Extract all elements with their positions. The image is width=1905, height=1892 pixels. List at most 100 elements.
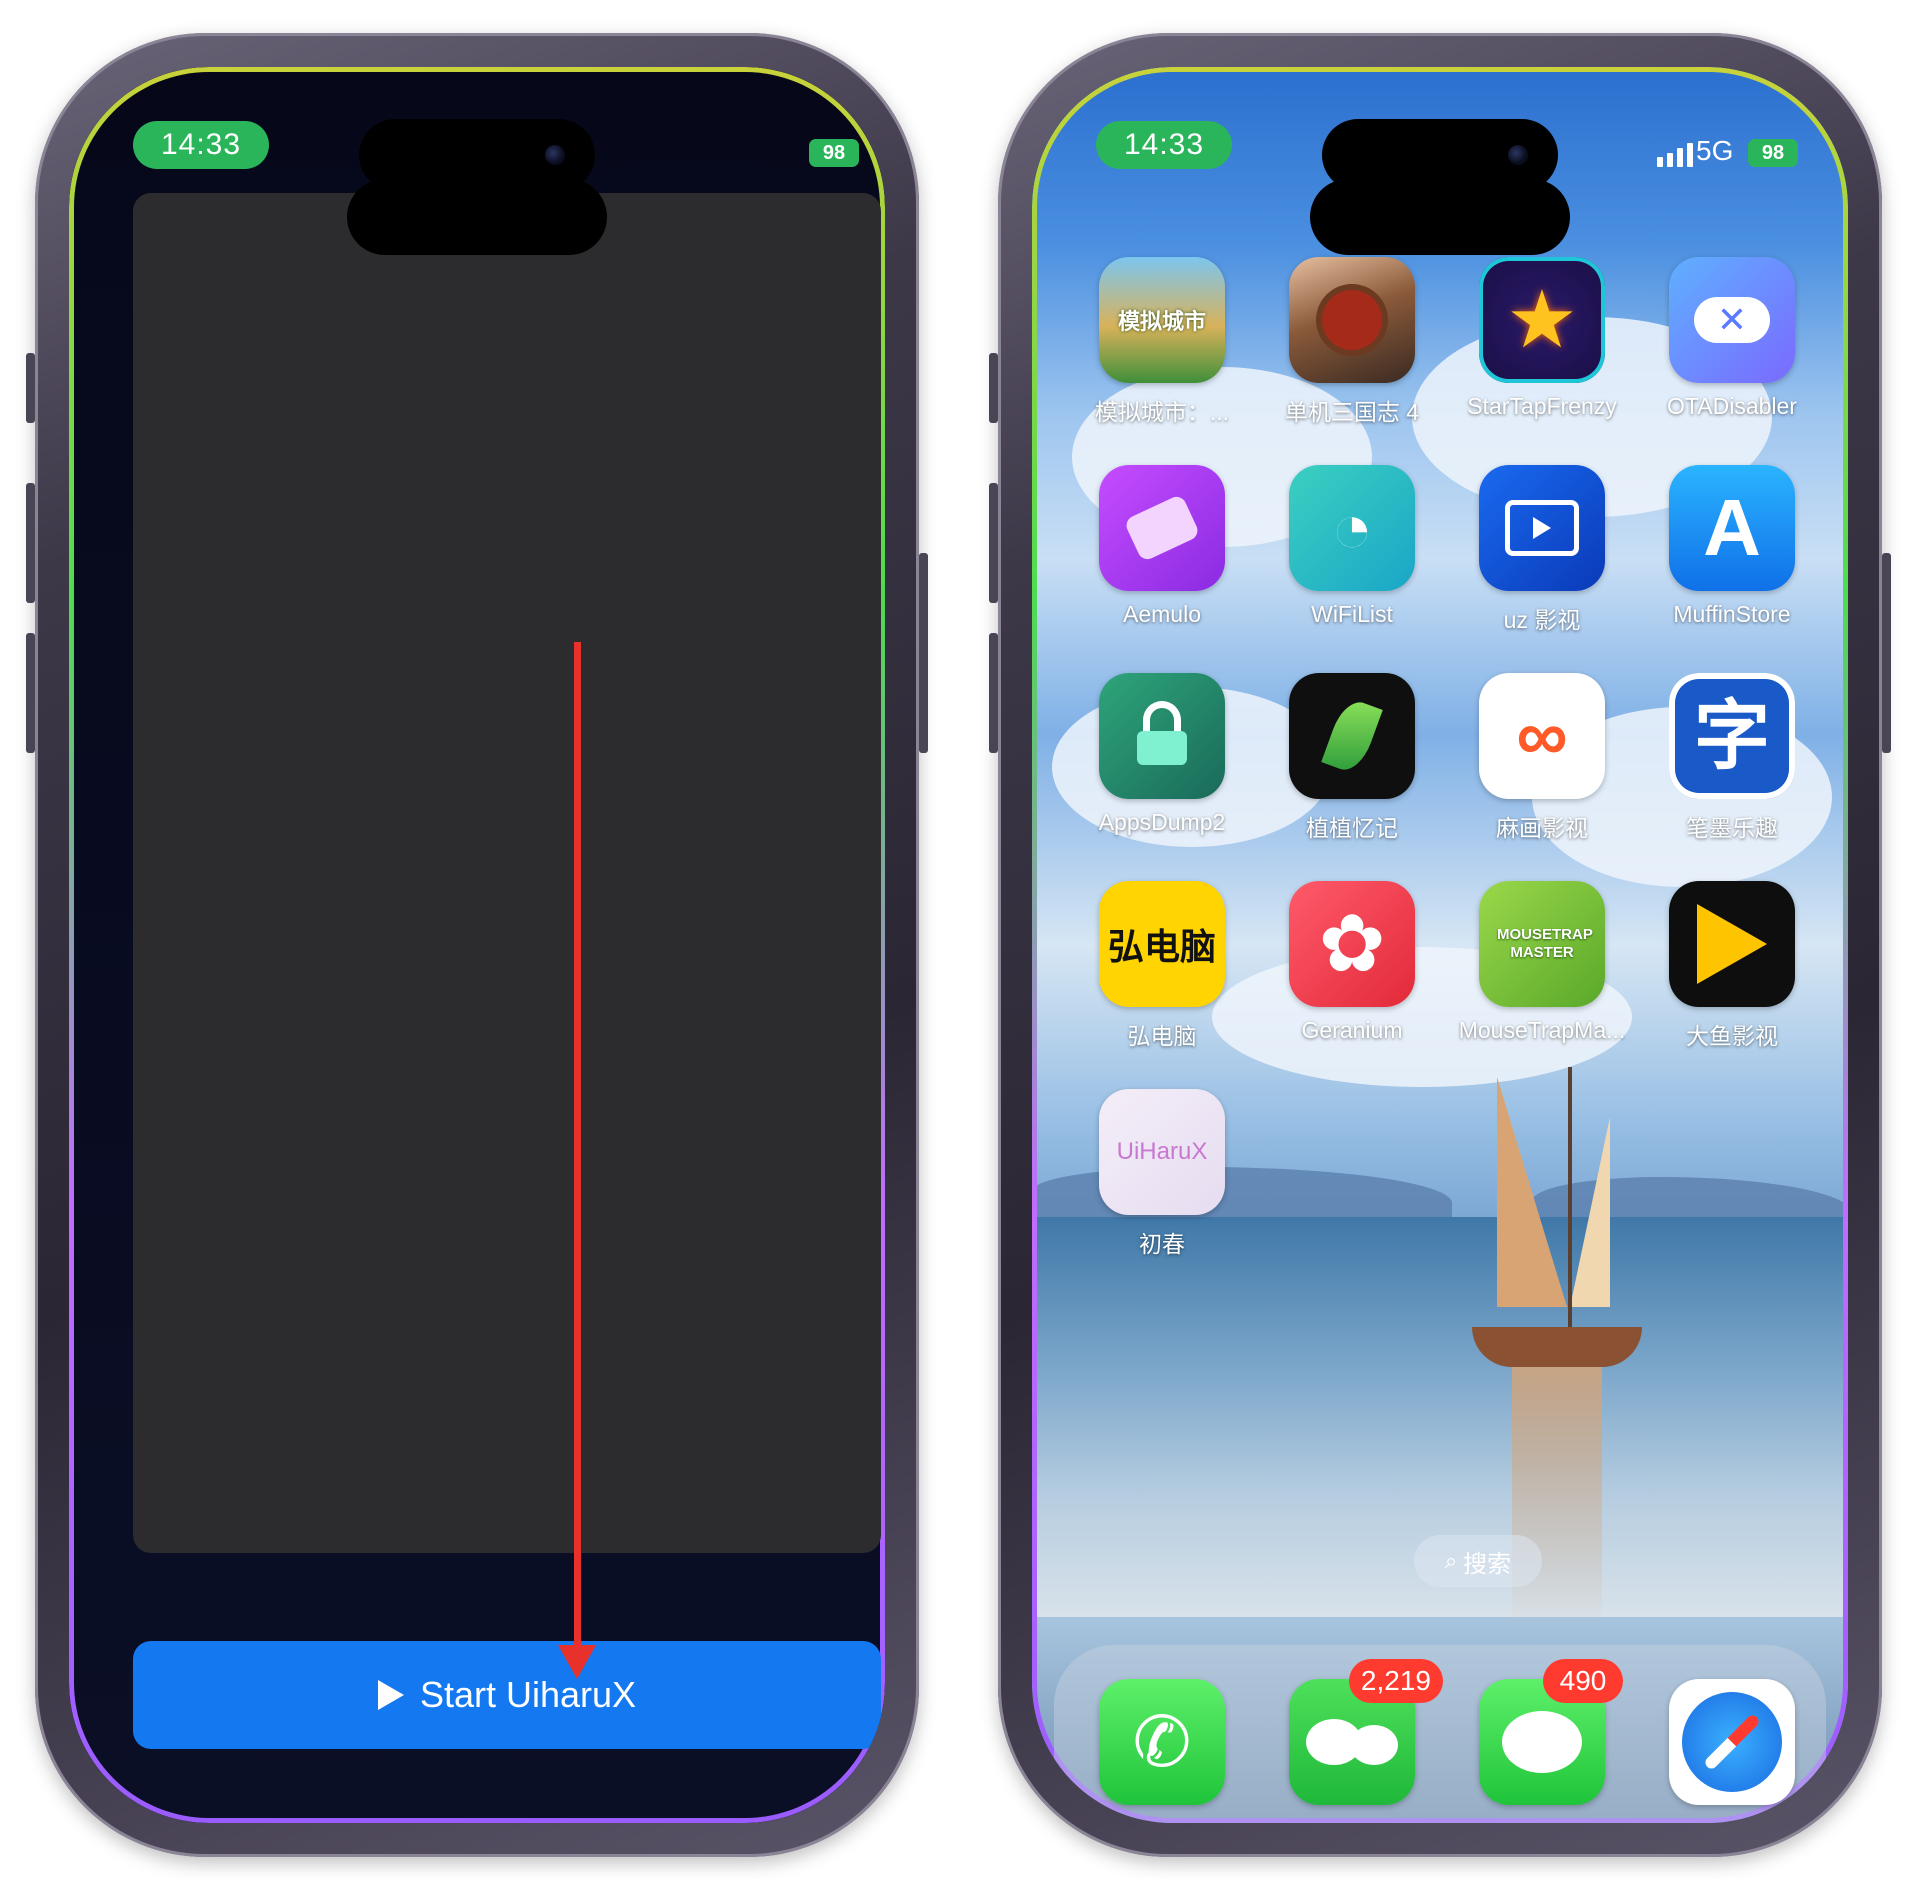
flower-glyph: ✿ [1318, 899, 1386, 988]
leaf-glyph [1321, 696, 1383, 776]
compass-face [1682, 1692, 1782, 1792]
volume-up-button [989, 483, 998, 603]
infinity-glyph: ∞ [1516, 696, 1568, 776]
uz-tv-icon [1479, 465, 1605, 591]
uiharux-icon: UiHaruX [1099, 1089, 1225, 1215]
muffin-store-icon: A [1669, 465, 1795, 591]
dock: ✆ 2,219 490 [1054, 1645, 1826, 1823]
dock-wechat[interactable]: 2,219 [1257, 1659, 1447, 1805]
ota-disabler-cloud-icon: ✕ [1669, 257, 1795, 383]
wifi-glyph: ◔ [1330, 489, 1374, 567]
signal-icon [1657, 139, 1693, 167]
notification-badge: 2,219 [1348, 1659, 1443, 1703]
app-muffin-store[interactable]: A MuffinStore [1637, 465, 1827, 628]
app-ink-fun[interactable]: 字 笔墨乐趣 [1637, 673, 1827, 843]
cloud-x-glyph: ✕ [1694, 297, 1770, 343]
uiharux-icon-text: UiHaruX [1116, 1138, 1208, 1165]
app-label: 植植忆记 [1306, 815, 1398, 841]
app-simcity[interactable]: 模拟城市 模拟城市：... [1067, 257, 1257, 427]
app-label: OTADisabler [1667, 393, 1797, 419]
battery-level: 98 [1761, 142, 1785, 164]
warrior-emblem [1322, 290, 1382, 350]
spotlight-search-pill[interactable]: ⌕ 搜索 [1414, 1535, 1542, 1587]
apps-dump-lock-icon [1099, 673, 1225, 799]
mousetrap-icon-text: MOUSETRAP MASTER [1497, 926, 1593, 961]
volume-up-button [26, 483, 35, 603]
phone-icon: ✆ [1099, 1679, 1225, 1805]
front-camera [545, 145, 565, 165]
tv-glyph [1505, 500, 1579, 556]
notification-badge: 490 [1543, 1659, 1623, 1703]
wifi-list-icon: ◔ [1289, 465, 1415, 591]
dock-messages[interactable]: 490 [1447, 1659, 1637, 1805]
app-content-panel [133, 193, 881, 1553]
side-power-button [1882, 553, 1891, 753]
star-tap-icon: ★ [1479, 257, 1605, 383]
app-plant-memo[interactable]: 植植忆记 [1257, 673, 1447, 843]
app-uiharux[interactable]: UiHaruX 初春 [1067, 1089, 1257, 1259]
play-icon [377, 1680, 404, 1710]
app-label: 大鱼影视 [1686, 1023, 1778, 1049]
app-label: Aemulo [1123, 601, 1201, 627]
app-label: uz 影视 [1503, 607, 1581, 633]
battery-level: 98 [822, 142, 846, 164]
app-label: StarTapFrenzy [1467, 393, 1617, 419]
mousetrap-icon: MOUSETRAP MASTER [1479, 881, 1605, 1007]
fish-play-glyph [1697, 904, 1767, 984]
app-label: 弘电脑 [1127, 1023, 1197, 1049]
wallpaper-reflection [1512, 1367, 1602, 1627]
app-star-tap[interactable]: ★ StarTapFrenzy [1447, 257, 1637, 420]
chat-bubbles-glyph [1306, 1719, 1398, 1765]
app-label: AppsDump2 [1098, 809, 1226, 835]
app-label: 模拟城市：... [1094, 399, 1230, 425]
app-appsdump[interactable]: AppsDump2 [1067, 673, 1257, 836]
app-mahua-video[interactable]: ∞ 麻画影视 [1447, 673, 1637, 843]
start-uiharux-button[interactable]: Start UiharuX [133, 1641, 881, 1749]
speech-bubble-glyph [1502, 1711, 1582, 1773]
mahua-video-icon: ∞ [1479, 673, 1605, 799]
front-camera [1508, 145, 1528, 165]
dock-phone[interactable]: ✆ [1067, 1679, 1257, 1805]
three-kingdoms-icon [1289, 257, 1415, 383]
app-label: Geranium [1301, 1017, 1403, 1043]
left-phone-frame: 14:33 98 Start UiharuX [26, 33, 928, 1857]
app-label: MouseTrapMa... [1458, 1017, 1626, 1043]
hong-computer-text: 弘电脑 [1107, 926, 1216, 967]
dynamic-island-extension [1310, 179, 1570, 255]
app-label: MuffinStore [1673, 601, 1791, 627]
app-label: 初春 [1139, 1231, 1185, 1257]
app-ota-disabler[interactable]: ✕ OTADisabler [1637, 257, 1827, 420]
dynamic-island-extension [347, 179, 607, 255]
app-label: 单机三国志 4 [1284, 399, 1420, 425]
big-fish-icon [1669, 881, 1795, 1007]
messages-icon: 490 [1479, 1659, 1623, 1805]
app-aemulo[interactable]: Aemulo [1067, 465, 1257, 628]
side-power-button [919, 553, 928, 753]
wallpaper-sail [1497, 1077, 1567, 1307]
app-three-kingdoms[interactable]: 单机三国志 4 [1257, 257, 1447, 427]
left-screen: 14:33 98 Start UiharuX [69, 67, 885, 1823]
app-mousetrap[interactable]: MOUSETRAP MASTER MouseTrapMa... [1447, 881, 1637, 1044]
red-arrow-annotation [574, 642, 581, 1647]
plant-leaf-icon [1289, 673, 1415, 799]
handset-glyph: ✆ [1132, 1703, 1192, 1781]
app-hong-computer[interactable]: 弘电脑 弘电脑 [1067, 881, 1257, 1051]
geranium-flower-icon: ✿ [1289, 881, 1415, 1007]
search-label: 搜索 [1463, 1550, 1512, 1578]
red-arrow-head [558, 1645, 596, 1679]
start-button-label: Start UiharuX [419, 1674, 637, 1715]
safari-compass-icon [1669, 1679, 1795, 1805]
app-big-fish[interactable]: 大鱼影视 [1637, 881, 1827, 1051]
status-time: 14:33 [133, 121, 269, 169]
dock-safari[interactable] [1637, 1679, 1827, 1805]
app-wifilist[interactable]: ◔ WiFiList [1257, 465, 1447, 628]
simcity-icon: 模拟城市 [1099, 257, 1225, 383]
wechat-icon: 2,219 [1289, 1659, 1443, 1805]
app-geranium[interactable]: ✿ Geranium [1257, 881, 1447, 1044]
app-label: WiFiList [1311, 601, 1393, 627]
status-time: 14:33 [1096, 121, 1232, 169]
app-uz-tv[interactable]: uz 影视 [1447, 465, 1637, 635]
search-icon: ⌕ [1444, 1548, 1458, 1573]
action-button [989, 353, 998, 423]
wallpaper-boat-hull [1472, 1327, 1642, 1367]
